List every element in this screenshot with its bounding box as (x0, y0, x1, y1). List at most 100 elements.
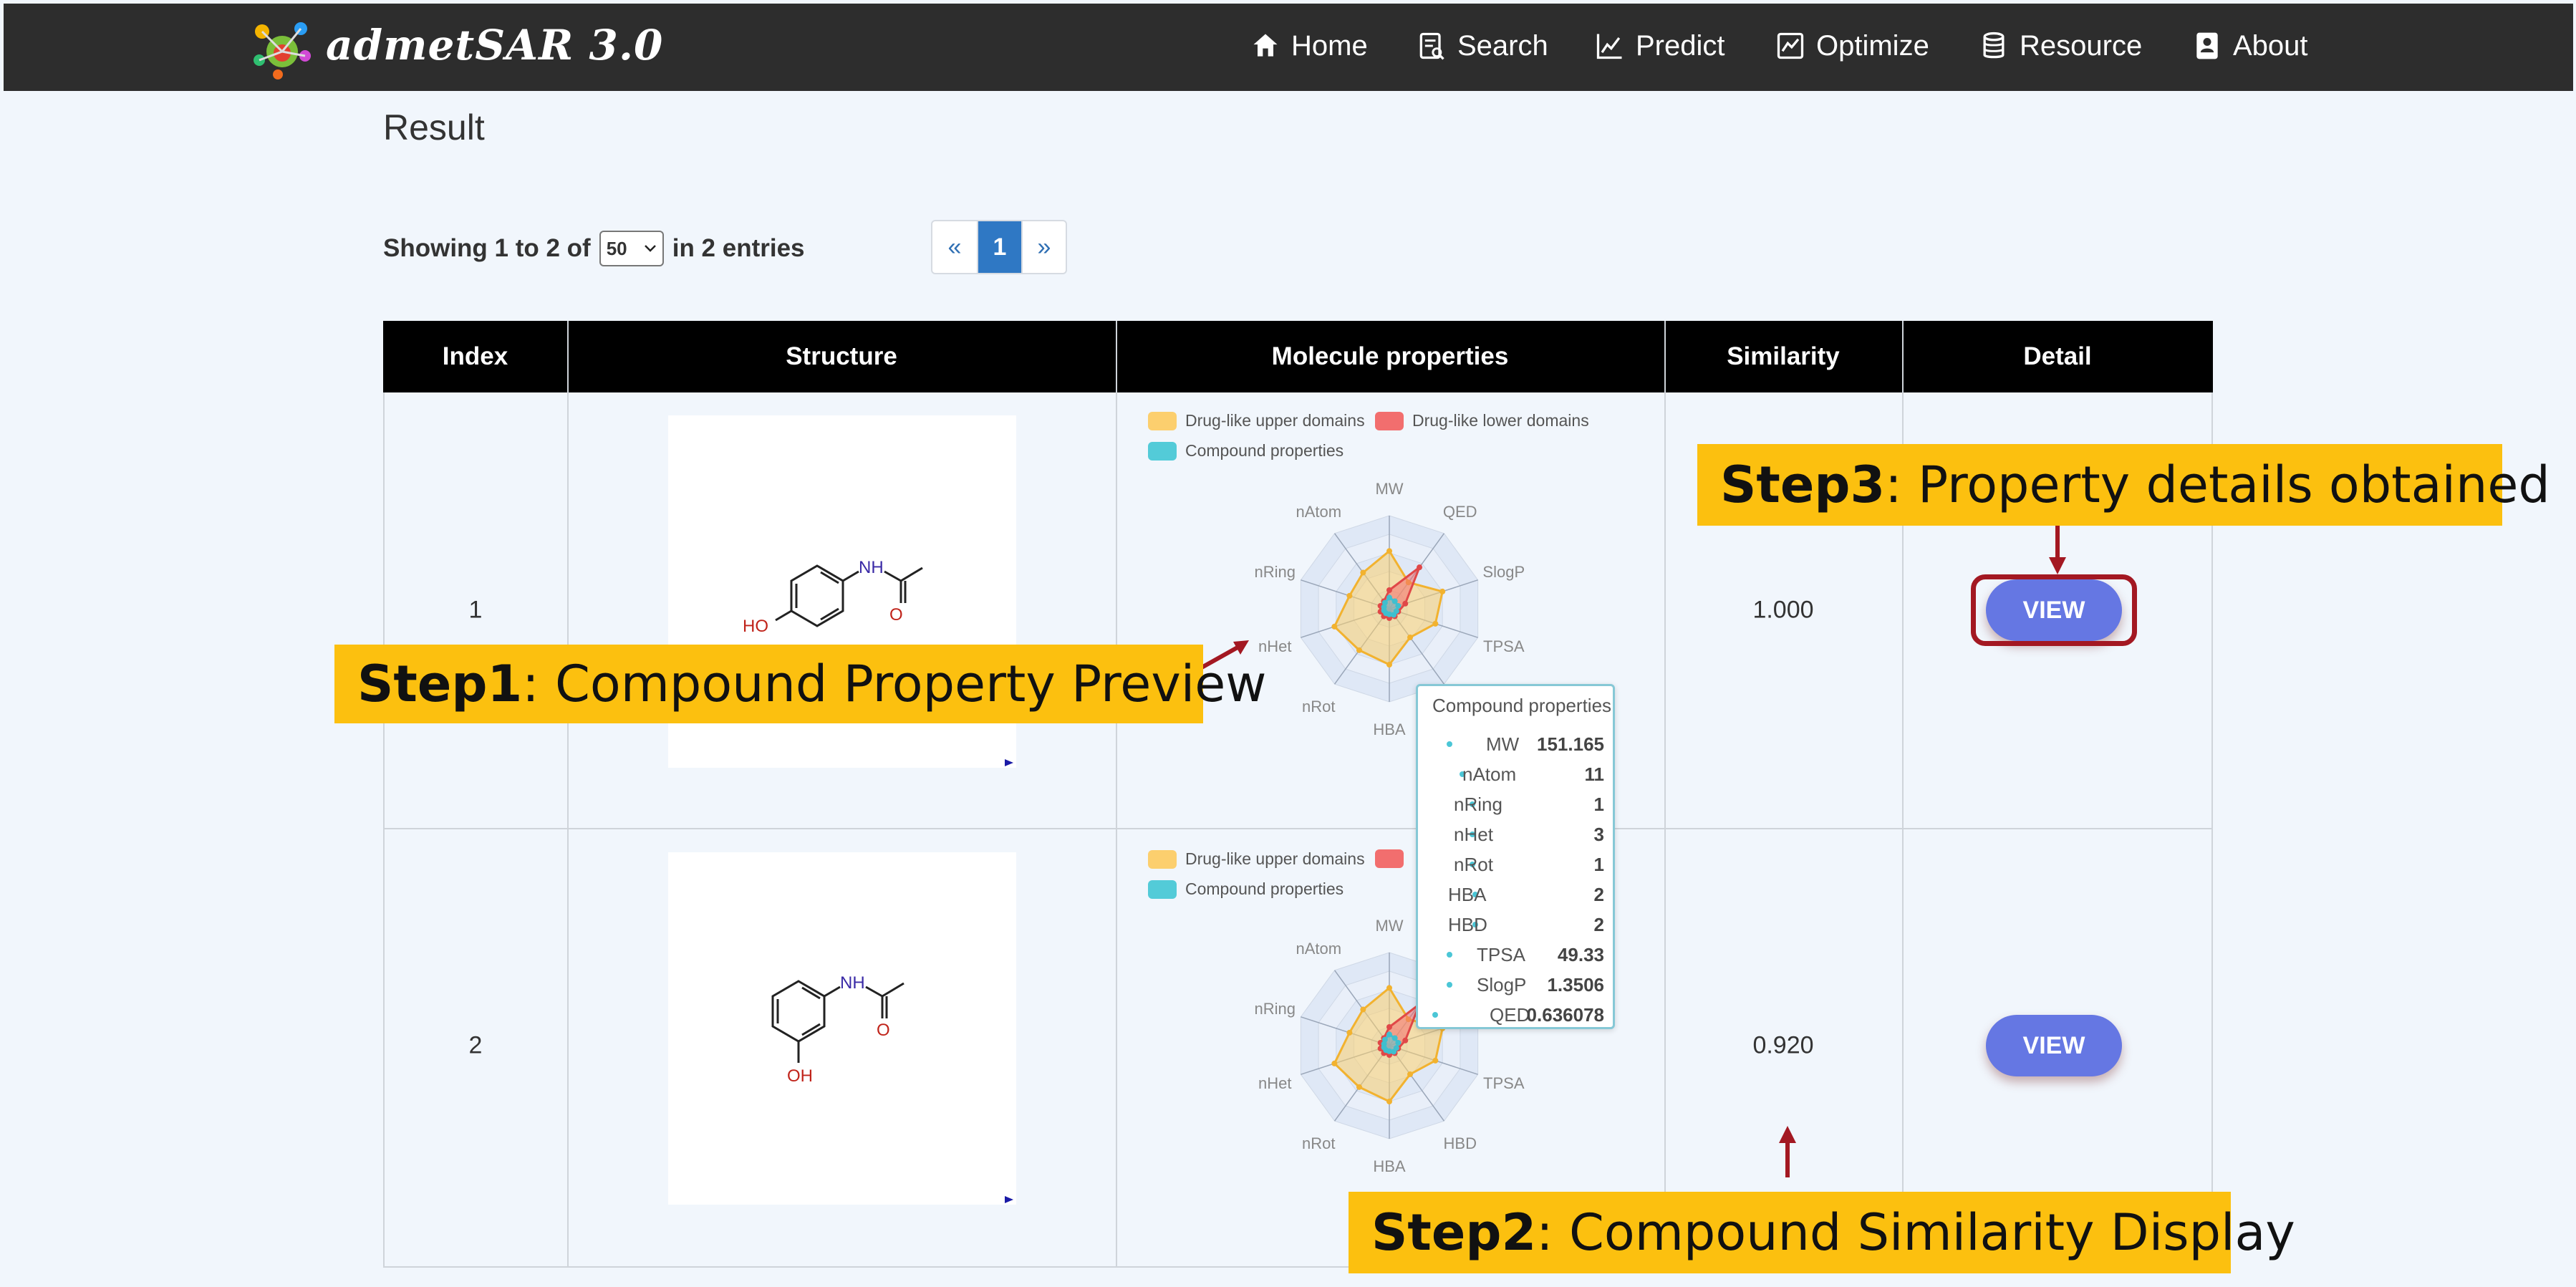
tooltip-row-nring: nRing 1 (1418, 789, 1617, 819)
nav-optimize-label: Optimize (1816, 29, 1929, 62)
row2-similarity: 0.920 (1752, 1031, 1814, 1059)
radar-lower-domain-point (1386, 1024, 1392, 1030)
radar-upper-domain-point (1386, 662, 1392, 667)
legend-label-lower: Drug-like lower domains (1412, 411, 1589, 430)
radar-compound-point (1381, 1036, 1388, 1043)
tooltip-row-slogp: SlogP 1.3506 (1418, 970, 1617, 1000)
brand-name[interactable]: admetSAR 3.0 (326, 20, 663, 70)
nav-about[interactable]: About (2191, 26, 2308, 66)
row1-legend-upper[interactable]: Drug-like upper domains (1148, 411, 1365, 430)
row1-legend-lower[interactable]: Drug-like lower domains (1375, 411, 1589, 430)
tooltip-label: MW (1486, 733, 1520, 755)
radar-compound-point (1391, 598, 1398, 604)
tooltip-label: HBD (1448, 914, 1487, 935)
radar-compound-point (1386, 594, 1392, 601)
row2-legend-lower[interactable] (1375, 849, 1412, 868)
result-title: Result (383, 107, 485, 148)
radar-upper-domain-point (1407, 634, 1414, 640)
step3-bold: Step3 (1720, 455, 1886, 514)
nav-predict[interactable]: Predict (1594, 26, 1725, 66)
legend-label-upper: Drug-like upper domains (1185, 411, 1365, 430)
tooltip-value: 11 (1584, 763, 1605, 785)
pager-page-1[interactable]: 1 (977, 221, 1021, 273)
tooltip-value: 1 (1593, 794, 1604, 815)
tooltip-dot (1447, 982, 1452, 988)
radar-compound-point (1395, 602, 1402, 609)
row2-view-button[interactable]: VIEW (1986, 1015, 2122, 1076)
row2-structure-image[interactable]: NH O OH (668, 852, 1016, 1205)
nav-home[interactable]: Home (1250, 26, 1368, 66)
row2-legend-upper[interactable]: Drug-like upper domains (1148, 849, 1365, 869)
legend-label-upper: Drug-like upper domains (1185, 849, 1365, 868)
database-icon (1983, 32, 2005, 59)
pager-prev-button[interactable]: « (932, 221, 977, 273)
column-divider (567, 321, 569, 1268)
molecule-structure-icon: NH O OH (771, 973, 1013, 1203)
radar-upper-domain-point (1386, 985, 1392, 991)
tooltip-row-tpsa: TPSA 49.33 (1418, 940, 1617, 970)
showing-prefix: Showing 1 to 2 of (383, 234, 591, 262)
legend-swatch-compound (1148, 879, 1177, 899)
legend-swatch-upper (1148, 411, 1177, 430)
header-molecule-properties: Molecule properties (1271, 342, 1509, 370)
radar-axis-label-nhet: nHet (1258, 637, 1291, 655)
chevron-down-icon (644, 245, 656, 252)
chart-line-icon (1596, 34, 1622, 59)
home-icon (1253, 34, 1278, 57)
tooltip-label: QED (1490, 1004, 1530, 1026)
pager-next-button[interactable]: » (1021, 221, 1066, 273)
header-structure: Structure (786, 342, 897, 370)
header-index: Index (442, 342, 508, 370)
contact-card-icon (2196, 32, 2218, 59)
radar-upper-domain-point (1331, 623, 1338, 630)
radar-axis-label-mw: MW (1375, 917, 1403, 935)
nav-optimize[interactable]: Optimize (1775, 26, 1929, 66)
pagination: « 1 » (931, 220, 1067, 274)
radar-upper-domain-point (1346, 1029, 1353, 1036)
tooltip-value: 1.3506 (1547, 974, 1604, 996)
nav-resource-label: Resource (2020, 29, 2143, 62)
radar-axis-label-mw: MW (1375, 480, 1403, 498)
admetsar-logo-icon[interactable] (249, 16, 315, 82)
tooltip-row-hbd: HBD 2 (1418, 910, 1617, 940)
radar-axis-label-hba: HBA (1373, 1157, 1406, 1175)
row2-atom-o: O (877, 1021, 890, 1040)
radar-upper-domain-point (1439, 588, 1446, 594)
header-detail: Detail (2023, 342, 2092, 370)
radar-axis-label-qed: QED (1443, 503, 1477, 521)
expand-arrow-icon (1005, 1196, 1013, 1203)
table-header: Index Structure Molecule properties Simi… (383, 321, 2213, 392)
tooltip-label: nRing (1454, 794, 1502, 815)
legend-label-compound: Compound properties (1185, 441, 1344, 460)
radar-axis-label-nrot: nRot (1302, 698, 1335, 715)
tooltip-title: Compound properties (1432, 695, 1612, 716)
column-divider (1664, 321, 1666, 1268)
radar-upper-domain-point (1432, 1057, 1439, 1064)
tooltip-value: 2 (1593, 914, 1604, 935)
radar-axis-label-natom: nAtom (1296, 503, 1341, 521)
nav-about-label: About (2233, 29, 2308, 62)
radar-axis-label-nring: nRing (1254, 1000, 1295, 1018)
row1-legend-compound[interactable]: Compound properties (1148, 441, 1344, 461)
nav-search[interactable]: Search (1416, 26, 1548, 66)
row1-atom-ho: HO (743, 617, 768, 636)
page-size-select[interactable]: 50 (599, 231, 664, 266)
legend-swatch-lower (1375, 411, 1404, 430)
radar-axis-label-hba: HBA (1373, 720, 1406, 738)
radar-upper-domain-point (1356, 647, 1362, 653)
page-size-value: 50 (606, 238, 627, 259)
legend-swatch-lower (1375, 849, 1404, 868)
radar-axis-label-tpsa: TPSA (1483, 1074, 1525, 1092)
step3-arrow-icon (2049, 524, 2066, 574)
radar-axis-label-nring: nRing (1254, 563, 1295, 581)
step3-text: : Property details obtained (1885, 455, 2550, 514)
step1-callout: Step1: Compound Property Preview (334, 645, 1267, 723)
radar-lower-domain-point (1402, 1037, 1409, 1043)
step3-callout: Step3: Property details obtained (1697, 444, 2550, 526)
radar-compound-point (1386, 1031, 1392, 1038)
row2-atom-nh: NH (840, 973, 865, 993)
nav-resource[interactable]: Resource (1978, 26, 2142, 66)
tooltip-row-mw: MW 151.165 (1418, 729, 1617, 759)
radar-upper-domain-point (1386, 1099, 1392, 1104)
radar-axis-label-nhet: nHet (1258, 1074, 1291, 1092)
